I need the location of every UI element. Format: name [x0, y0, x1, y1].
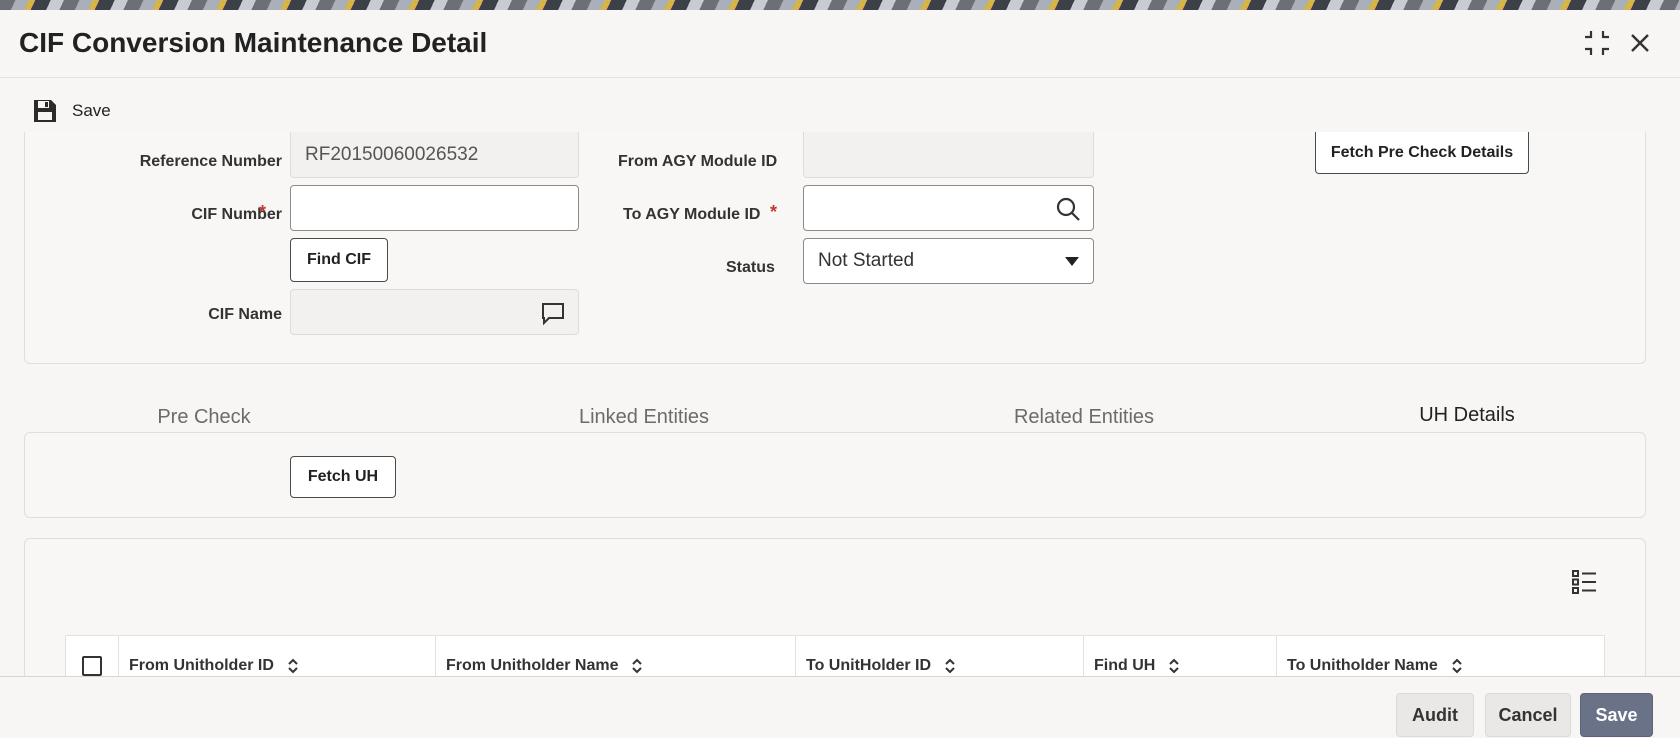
to-agy-module-id-label: To AGY Module ID	[623, 206, 761, 223]
save-button[interactable]: Save	[1580, 693, 1653, 737]
sort-icon[interactable]	[286, 657, 300, 675]
reference-number-value: RF20150060026532	[305, 143, 479, 165]
close-icon[interactable]	[1625, 28, 1655, 58]
search-icon[interactable]	[1055, 196, 1081, 222]
sort-icon[interactable]	[630, 657, 644, 675]
status-select[interactable]: Not Started	[803, 238, 1094, 284]
header-form-panel: Reference Number RF20150060026532 CIF Nu…	[24, 132, 1646, 364]
cif-number-label: CIF Number	[191, 206, 282, 224]
to-agy-module-id-input[interactable]	[818, 197, 1079, 219]
cif-number-field[interactable]	[290, 185, 579, 231]
cif-number-required-mark: *	[259, 202, 267, 222]
sort-icon[interactable]	[1450, 657, 1464, 675]
to-agy-module-id-field[interactable]	[803, 185, 1094, 231]
compress-icon[interactable]	[1582, 28, 1612, 58]
cif-name-label: CIF Name	[208, 306, 282, 323]
toolbar-save-label: Save	[72, 101, 111, 120]
uh-actions-panel: Fetch UH	[24, 432, 1646, 518]
caret-down-icon	[1065, 257, 1079, 266]
column-label: From Unitholder ID	[129, 657, 274, 674]
audit-button[interactable]: Audit	[1396, 693, 1474, 737]
column-label: Find UH	[1094, 657, 1156, 674]
cif-number-label-text: CIF Number	[191, 206, 282, 223]
column-label: To UnitHolder ID	[806, 657, 932, 674]
cif-name-field	[290, 289, 579, 335]
sort-icon[interactable]	[943, 657, 957, 675]
fetch-uh-button[interactable]: Fetch UH	[290, 456, 396, 498]
page-title: CIF Conversion Maintenance Detail	[19, 27, 488, 58]
footer-bar: Audit Cancel Save	[0, 676, 1680, 738]
column-list-icon[interactable]	[1571, 569, 1597, 595]
floppy-disk-icon	[34, 100, 56, 122]
column-label: From Unitholder Name	[446, 657, 619, 674]
title-bar: CIF Conversion Maintenance Detail	[0, 10, 1680, 78]
reference-number-label: Reference Number	[139, 153, 282, 170]
find-cif-button[interactable]: Find CIF	[290, 238, 388, 282]
from-agy-module-id-field	[803, 132, 1094, 178]
status-label: Status	[726, 259, 775, 276]
from-agy-module-id-label: From AGY Module ID	[618, 153, 778, 170]
fetch-pre-check-details-button[interactable]: Fetch Pre Check Details	[1315, 132, 1529, 174]
to-agy-module-id-required-mark: *	[770, 202, 778, 222]
comment-icon[interactable]	[540, 300, 566, 326]
cancel-button[interactable]: Cancel	[1485, 693, 1571, 737]
select-all-checkbox[interactable]	[82, 656, 102, 676]
sort-icon[interactable]	[1167, 657, 1181, 675]
column-label: To Unitholder Name	[1287, 657, 1438, 674]
dialog-window: CIF Conversion Maintenance Detail Save R…	[0, 10, 1680, 738]
reference-number-field: RF20150060026532	[290, 132, 579, 178]
toolbar-save-button[interactable]: Save	[32, 98, 111, 124]
status-selected-value: Not Started	[818, 250, 915, 271]
header-banner	[0, 0, 1680, 10]
cif-number-input[interactable]	[305, 197, 564, 219]
